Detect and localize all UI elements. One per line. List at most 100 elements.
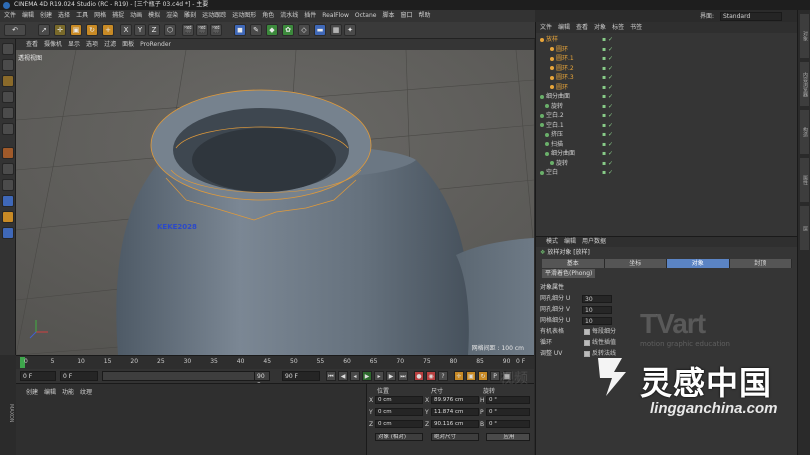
object-menu-item[interactable]: 书签	[630, 22, 642, 33]
viewport-menu-item[interactable]: 过滤	[104, 39, 116, 50]
object-name[interactable]: 空白.1	[546, 122, 564, 129]
checkbox[interactable]	[584, 339, 590, 346]
menu-item[interactable]: 运动跟踪	[202, 10, 226, 22]
side-tab[interactable]: 构造	[800, 110, 809, 154]
object-row[interactable]: 圆环 ▪ ✓	[536, 83, 798, 92]
object-row[interactable]: 扫描 ▪ ✓	[536, 140, 798, 149]
visibility-check-icon[interactable]: ▪ ✓	[602, 45, 613, 54]
solo-icon[interactable]	[2, 211, 14, 223]
render-picture-viewer-icon[interactable]: 🎬	[196, 24, 208, 36]
object-name[interactable]: 圆环.2	[556, 65, 574, 72]
object-menu-item[interactable]: 文件	[540, 22, 552, 33]
menu-item[interactable]: 渲染	[166, 10, 178, 22]
coordinate-system-icon[interactable]: ⬡	[164, 24, 176, 36]
tab-basic[interactable]: 基本	[542, 259, 605, 268]
object-name[interactable]: 圆环.3	[556, 74, 574, 81]
tab-phong[interactable]: 平滑着色(Phong)	[542, 269, 596, 278]
grid-icon[interactable]	[2, 227, 14, 239]
go-end-icon[interactable]: ⏭	[398, 371, 408, 381]
visibility-check-icon[interactable]: ▪ ✓	[602, 130, 613, 139]
texture-mode-icon[interactable]	[2, 59, 14, 71]
visibility-check-icon[interactable]: ▪ ✓	[602, 64, 613, 73]
rot-p-field[interactable]: 0 °	[486, 408, 530, 416]
x-axis-button[interactable]: X	[120, 24, 132, 36]
side-tab[interactable]: 对象	[800, 14, 809, 58]
object-row[interactable]: 旋转 ▪ ✓	[536, 159, 798, 168]
go-start-icon[interactable]: ⏮	[326, 371, 336, 381]
object-menu-item[interactable]: 编辑	[558, 22, 570, 33]
y-axis-button[interactable]: Y	[134, 24, 146, 36]
rot-h-field[interactable]: 0 °	[486, 396, 530, 404]
key-param-icon[interactable]: P	[490, 371, 500, 381]
next-key-icon[interactable]: ▶	[386, 371, 396, 381]
menu-item[interactable]: Octane	[355, 10, 377, 22]
autokey-icon[interactable]: ◉	[426, 371, 436, 381]
visibility-check-icon[interactable]: ▪ ✓	[602, 140, 613, 149]
end-range-field[interactable]: 90 F	[254, 371, 270, 389]
next-frame-icon[interactable]: ▸	[374, 371, 384, 381]
apply-button[interactable]: 应用	[486, 433, 530, 441]
menu-item[interactable]: 创建	[40, 10, 52, 22]
viewport-menu-item[interactable]: 摄像机	[44, 39, 62, 50]
menu-item[interactable]: 工具	[76, 10, 88, 22]
pen-icon[interactable]: ✎	[250, 24, 262, 36]
tab-object[interactable]: 对象	[667, 259, 730, 268]
key-scale-icon[interactable]: ▣	[466, 371, 476, 381]
object-row[interactable]: 挤压 ▪ ✓	[536, 130, 798, 139]
edges-mode-icon[interactable]	[2, 107, 14, 119]
size-x-field[interactable]: 89.976 cm	[431, 396, 479, 404]
frame-range-slider[interactable]	[102, 371, 270, 381]
menu-item[interactable]: 网格	[94, 10, 106, 22]
attribute-value-field[interactable]: 10	[582, 316, 612, 325]
undo-icon[interactable]: ↶	[4, 24, 26, 36]
layout-value[interactable]: Standard	[719, 12, 782, 21]
menu-item[interactable]: 运动图形	[232, 10, 256, 22]
play-icon[interactable]: ▶	[362, 371, 372, 381]
visibility-check-icon[interactable]: ▪ ✓	[602, 121, 613, 130]
object-name[interactable]: 放样	[546, 36, 558, 43]
visibility-check-icon[interactable]: ▪ ✓	[602, 159, 613, 168]
current-frame-field[interactable]: 0 F	[20, 371, 56, 381]
enable-axis-icon[interactable]	[2, 147, 14, 159]
pos-z-field[interactable]: 0 cm	[375, 420, 423, 428]
pos-y-field[interactable]: 0 cm	[375, 408, 423, 416]
menu-item[interactable]: 编辑	[22, 10, 34, 22]
key-position-icon[interactable]: ✛	[454, 371, 464, 381]
menu-item[interactable]: 选择	[58, 10, 70, 22]
object-row[interactable]: 空白 ▪ ✓	[536, 168, 798, 177]
attribute-menu-item[interactable]: 编辑	[564, 237, 576, 247]
visibility-check-icon[interactable]: ▪ ✓	[602, 35, 613, 44]
subdivision-icon[interactable]: ◆	[266, 24, 278, 36]
viewport-menu-item[interactable]: 选项	[86, 39, 98, 50]
viewport-menu-item[interactable]: 显示	[68, 39, 80, 50]
material-menu-item[interactable]: 创建	[26, 387, 38, 396]
visibility-check-icon[interactable]: ▪ ✓	[602, 111, 613, 120]
side-tab[interactable]: 层	[800, 206, 809, 250]
object-name[interactable]: 圆环.1	[556, 55, 574, 62]
material-menu-item[interactable]: 编辑	[44, 387, 56, 396]
side-tab[interactable]: 内容浏览器	[800, 62, 809, 106]
object-row[interactable]: 细分曲面 ▪ ✓	[536, 92, 798, 101]
record-icon[interactable]: ●	[414, 371, 424, 381]
visibility-check-icon[interactable]: ▪ ✓	[602, 168, 613, 177]
menu-item[interactable]: 窗口	[400, 10, 412, 22]
object-row[interactable]: 空白.2 ▪ ✓	[536, 111, 798, 120]
object-name[interactable]: 圆环	[556, 46, 568, 53]
rot-b-field[interactable]: 0 °	[486, 420, 530, 428]
max-frame-field[interactable]: 90 F	[282, 371, 320, 381]
object-name[interactable]: 旋转	[551, 103, 563, 110]
material-menu-item[interactable]: 功能	[62, 387, 74, 396]
tab-caps[interactable]: 封顶	[729, 259, 792, 268]
rotate-icon[interactable]: ↻	[86, 24, 98, 36]
object-row[interactable]: 圆环.1 ▪ ✓	[536, 54, 798, 63]
cloner-icon[interactable]: ✿	[282, 24, 294, 36]
add-icon[interactable]: +	[102, 24, 114, 36]
start-frame-field[interactable]: 0 F	[60, 371, 98, 381]
prev-key-icon[interactable]: ◀	[338, 371, 348, 381]
object-name[interactable]: 圆环	[556, 84, 568, 91]
object-name[interactable]: 细分曲面	[546, 93, 570, 100]
model-mode-icon[interactable]	[2, 43, 14, 55]
render-view-icon[interactable]: 🎬	[182, 24, 194, 36]
light-icon[interactable]: ✦	[344, 24, 356, 36]
z-axis-button[interactable]: Z	[148, 24, 160, 36]
